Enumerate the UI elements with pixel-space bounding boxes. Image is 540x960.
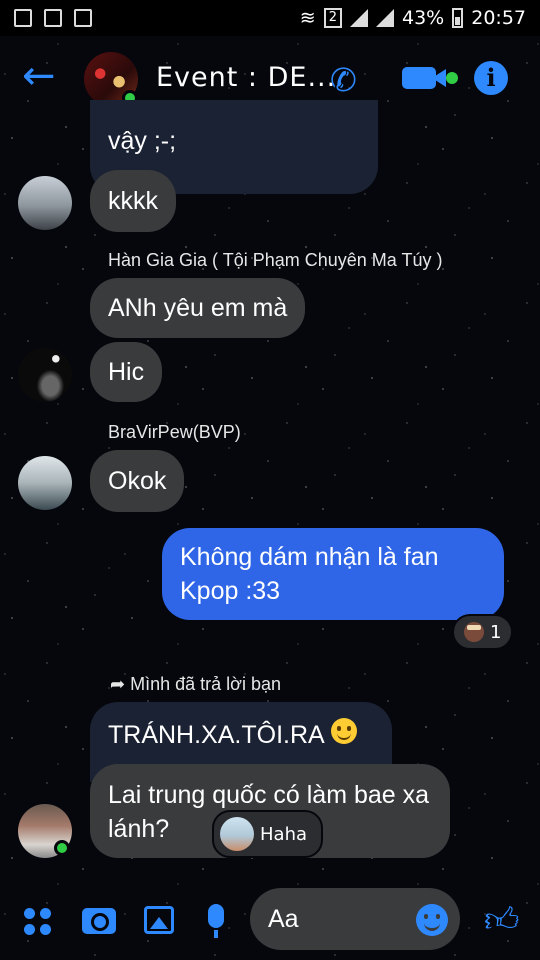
reaction-label: Haha [260,823,308,845]
message-text: Hic [108,358,145,386]
outgoing-message-bubble[interactable]: Không dám nhận là fan Kpop :33 [162,528,504,620]
message-input-placeholder: Aa [268,904,299,933]
quoted-text: TRÁNH.XA.TÔI.RA [108,721,325,749]
file-notification-icon [44,9,62,27]
video-icon[interactable] [402,67,446,89]
camera-icon[interactable] [82,908,116,934]
message-text: kkkk [108,187,158,215]
thumbs-up-icon[interactable]: 👍︎ [484,900,520,941]
sim-indicator: 2 [323,8,342,28]
sender-name: Hàn Gia Gia ( Tội Phạm Chuyên Ma Túy ) [108,250,443,270]
message-text: Okok [108,467,167,495]
haha-reaction-pill[interactable]: Haha [212,810,324,858]
recycle-notification-icon [74,9,92,27]
reaction-count: 1 [490,621,502,643]
apps-grid-icon[interactable] [24,908,52,936]
reaction-emoji-icon [464,622,484,642]
notification-icons [14,9,92,27]
clock: 20:57 [471,7,526,29]
system-status: ≋ 2 43% 20:57 [300,7,526,29]
emoji-icon[interactable] [416,904,448,936]
reply-arrow-icon: ➦ [110,674,131,694]
image-notification-icon [14,9,32,27]
battery-icon [452,8,464,28]
signal-icon [350,9,368,27]
reaction-pill[interactable]: 1 [452,614,514,650]
message-bubble[interactable]: Okok [90,450,185,512]
phone-icon[interactable]: ✆ [330,61,357,99]
online-indicator [54,840,70,856]
message-text: vậy ;-; [108,127,177,155]
message-text: ANh yêu em mà [108,294,288,322]
status-bar: ≋ 2 43% 20:57 [0,0,540,36]
video-active-dot [446,72,458,84]
sender-name: BraVirPew(BVP) [108,422,241,442]
microphone-icon[interactable] [208,904,224,938]
battery-percent: 43% [402,7,445,29]
reactor-avatar [220,817,254,851]
signal-icon-2 [376,9,394,27]
gallery-icon[interactable] [144,906,174,934]
back-arrow-icon[interactable]: ← [22,56,62,98]
message-bubble[interactable]: Hic [90,342,163,402]
sender-avatar[interactable] [18,348,72,402]
chat-title[interactable]: Event : DE... [156,62,336,93]
wifi-icon: ≋ [299,7,316,29]
info-icon[interactable]: i [474,61,508,95]
smiley-emoji-icon [330,718,357,744]
reply-label-text: Mình đã trả lời bạn [130,674,281,694]
composer-bar: Aa 👍︎ [0,882,540,960]
message-bubble[interactable]: ANh yêu em mà [90,278,306,338]
reply-label: ➦ Mình đã trả lời bạn [110,674,281,695]
message-bubble[interactable]: kkkk [90,170,176,232]
sender-avatar[interactable] [18,456,72,510]
sender-avatar[interactable] [18,176,72,230]
message-text: Không dám nhận là fan Kpop :33 [180,543,439,605]
